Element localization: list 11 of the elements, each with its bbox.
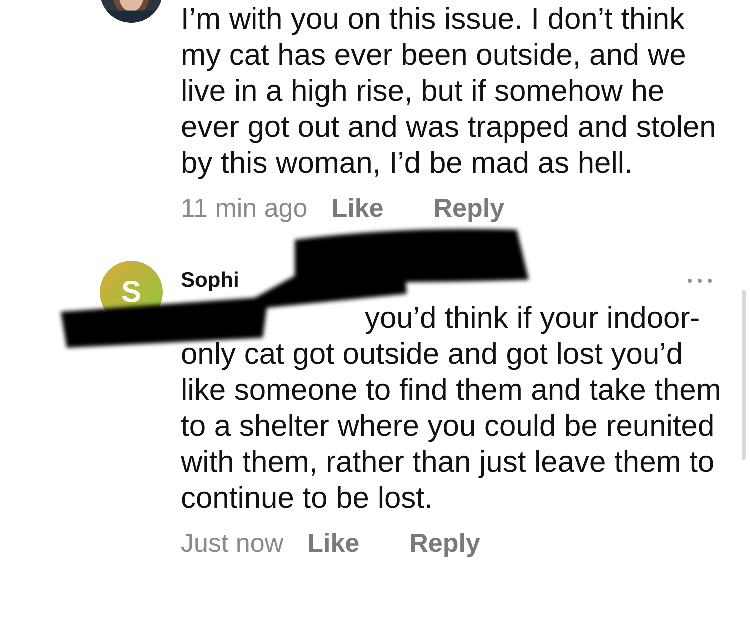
comment-text: you’d think if your indoor-only cat got outside and got lost you’d like someone to find them and take them to a shelter where you could be reunited with them, rather than just leave them to continue to be lost. xyxy=(181,301,722,517)
comment-time: 11 min ago xyxy=(181,194,308,222)
comment-text: I’m with you on this issue. I don’t think my cat has ever been outside, and we live in a high rise, but if somehow he ever got out and was trapped and stolen by this woman, I’d be mad as hell. xyxy=(181,2,718,182)
comment-action-link[interactable]: Reply xyxy=(434,194,505,222)
author-name: Sophi xyxy=(181,269,240,293)
scrollbar[interactable] xyxy=(742,290,746,460)
comment-action-link[interactable]: Reply xyxy=(410,529,480,557)
comment-time: Just now xyxy=(181,529,284,557)
more-icon[interactable] xyxy=(687,278,713,284)
comment-action-link[interactable]: Like xyxy=(308,529,360,557)
comment-action-link[interactable]: Like xyxy=(332,194,384,222)
